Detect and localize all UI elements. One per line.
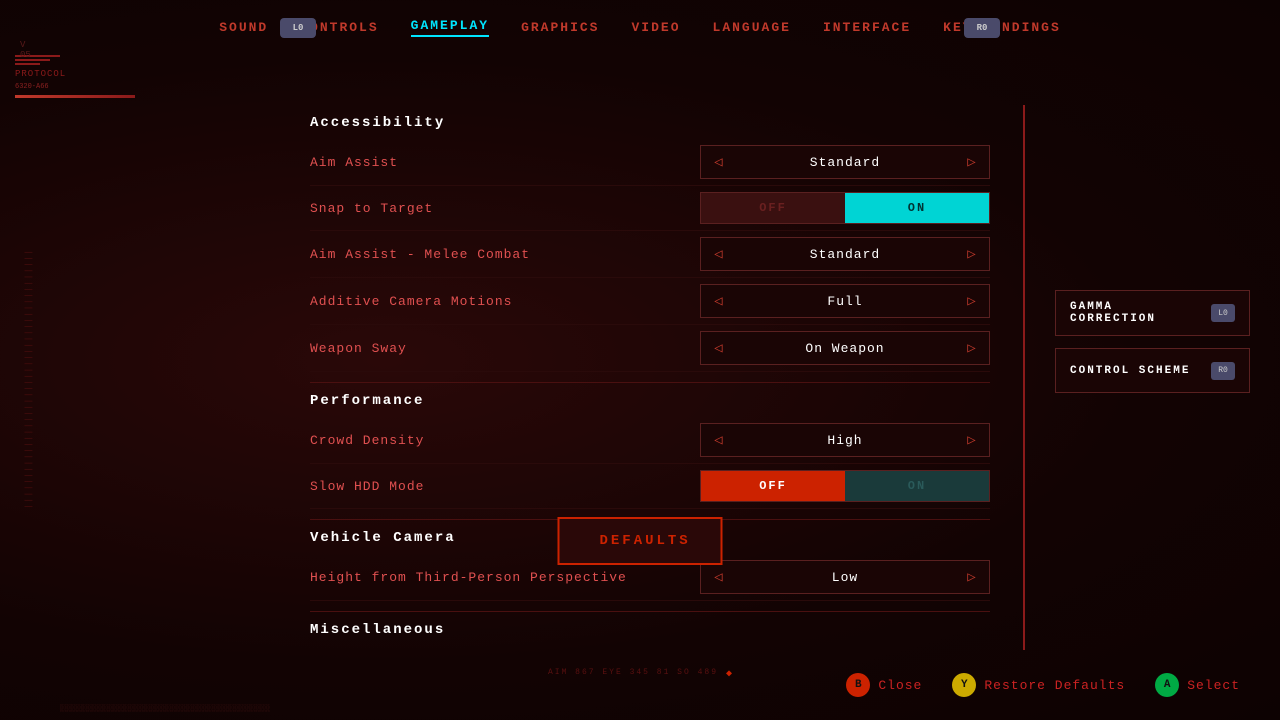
aim-assist-value: Standard bbox=[736, 155, 954, 170]
select-label: Select bbox=[1187, 678, 1240, 693]
additive-camera-value: Full bbox=[736, 294, 954, 309]
slow-hdd-off[interactable]: OFF bbox=[701, 471, 845, 501]
aim-assist-label: Aim Assist bbox=[310, 155, 700, 170]
aim-assist-prev[interactable]: ◁ bbox=[701, 146, 736, 178]
gamma-correction-label: GAMMA CORRECTION bbox=[1070, 301, 1203, 325]
setting-additive-camera: Additive Camera Motions ◁ Full ▷ bbox=[310, 278, 990, 325]
logo-lines bbox=[15, 55, 165, 65]
crowd-density-selector[interactable]: ◁ High ▷ bbox=[700, 423, 990, 457]
control-scheme-badge: R0 bbox=[1211, 362, 1235, 380]
slow-hdd-on[interactable]: ON bbox=[845, 471, 989, 501]
aim-assist-next[interactable]: ▷ bbox=[954, 146, 989, 178]
aim-assist-melee-value: Standard bbox=[736, 247, 954, 262]
snap-to-target-off[interactable]: OFF bbox=[701, 193, 845, 223]
gamma-correction-badge: L0 bbox=[1211, 304, 1235, 322]
snap-to-target-on[interactable]: ON bbox=[845, 193, 989, 223]
aim-assist-melee-label: Aim Assist - Melee Combat bbox=[310, 247, 700, 262]
vehicle-height-prev[interactable]: ◁ bbox=[701, 561, 736, 593]
b-button-icon: B bbox=[846, 673, 870, 697]
nav-interface[interactable]: INTERFACE bbox=[823, 20, 911, 35]
logo-title: PROTOCOL bbox=[15, 68, 165, 81]
right-badge-label: R0 bbox=[977, 23, 988, 33]
setting-crowd-density: Crowd Density ◁ High ▷ bbox=[310, 417, 990, 464]
setting-aim-assist-melee: Aim Assist - Melee Combat ◁ Standard ▷ bbox=[310, 231, 990, 278]
weapon-sway-selector[interactable]: ◁ On Weapon ▷ bbox=[700, 331, 990, 365]
left-sidebar-decoration: ││││││││││││││││││││││││││││││││││││││││… bbox=[20, 250, 35, 620]
control-scheme-button[interactable]: CONTROL SCHEME R0 bbox=[1055, 348, 1250, 393]
nav-language[interactable]: LANGUAGE bbox=[713, 20, 791, 35]
y-button-icon: Y bbox=[952, 673, 976, 697]
additive-camera-prev[interactable]: ◁ bbox=[701, 285, 736, 317]
vehicle-height-label: Height from Third-Person Perspective bbox=[310, 570, 700, 585]
v-version-label: V05 bbox=[20, 40, 31, 60]
nav-sound[interactable]: SOUND bbox=[219, 20, 268, 35]
slow-hdd-toggle[interactable]: OFF ON bbox=[700, 470, 990, 502]
additive-camera-next[interactable]: ▷ bbox=[954, 285, 989, 317]
control-scheme-label: CONTROL SCHEME bbox=[1070, 365, 1190, 377]
top-navigation: L0 SOUND CONTROLS GAMEPLAY GRAPHICS VIDE… bbox=[0, 0, 1280, 55]
aim-assist-selector[interactable]: ◁ Standard ▷ bbox=[700, 145, 990, 179]
weapon-sway-prev[interactable]: ◁ bbox=[701, 332, 736, 364]
snap-to-target-label: Snap to Target bbox=[310, 201, 700, 216]
weapon-sway-value: On Weapon bbox=[736, 341, 954, 356]
logo-code: 6320-A66 bbox=[15, 83, 165, 91]
aim-assist-melee-next[interactable]: ▷ bbox=[954, 238, 989, 270]
weapon-sway-next[interactable]: ▷ bbox=[954, 332, 989, 364]
vehicle-height-next[interactable]: ▷ bbox=[954, 561, 989, 593]
snap-to-target-toggle[interactable]: OFF ON bbox=[700, 192, 990, 224]
action-select[interactable]: A Select bbox=[1155, 673, 1240, 697]
gamma-correction-button[interactable]: GAMMA CORRECTION L0 bbox=[1055, 290, 1250, 336]
vehicle-height-selector[interactable]: ◁ Low ▷ bbox=[700, 560, 990, 594]
sidebar-vertical-text: ││││││││││││││││││││││││││││││││││││││││… bbox=[20, 250, 35, 620]
crowd-density-label: Crowd Density bbox=[310, 433, 700, 448]
controller-right-badge: R0 bbox=[964, 18, 1000, 38]
logo-area: PROTOCOL 6320-A66 bbox=[15, 55, 165, 98]
controller-left-badge: L0 bbox=[280, 18, 316, 38]
aim-assist-melee-selector[interactable]: ◁ Standard ▷ bbox=[700, 237, 990, 271]
right-panel: GAMMA CORRECTION L0 CONTROL SCHEME R0 bbox=[1055, 290, 1250, 393]
setting-snap-to-target: Snap to Target OFF ON bbox=[310, 186, 990, 231]
nav-key-bindings[interactable]: KEY BINDINGS bbox=[943, 20, 1061, 35]
weapon-sway-label: Weapon Sway bbox=[310, 341, 700, 356]
section-performance: Performance bbox=[310, 382, 990, 417]
section-miscellaneous: Miscellaneous bbox=[310, 611, 990, 640]
crowd-density-value: High bbox=[736, 433, 954, 448]
aim-assist-melee-prev[interactable]: ◁ bbox=[701, 238, 736, 270]
setting-slow-hdd: Slow HDD Mode OFF ON bbox=[310, 464, 990, 509]
left-badge-label: L0 bbox=[293, 23, 304, 33]
setting-aim-assist: Aim Assist ◁ Standard ▷ bbox=[310, 139, 990, 186]
close-label: Close bbox=[878, 678, 922, 693]
bottom-actions-bar: B Close Y Restore Defaults A Select bbox=[0, 650, 1280, 720]
nav-gameplay[interactable]: GAMEPLAY bbox=[411, 18, 489, 37]
setting-weapon-sway: Weapon Sway ◁ On Weapon ▷ bbox=[310, 325, 990, 372]
action-restore-defaults[interactable]: Y Restore Defaults bbox=[952, 673, 1125, 697]
additive-camera-label: Additive Camera Motions bbox=[310, 294, 700, 309]
nav-video[interactable]: VIDEO bbox=[632, 20, 681, 35]
vehicle-height-value: Low bbox=[736, 570, 954, 585]
restore-defaults-label: Restore Defaults bbox=[984, 678, 1125, 693]
slow-hdd-label: Slow HDD Mode bbox=[310, 479, 700, 494]
additive-camera-selector[interactable]: ◁ Full ▷ bbox=[700, 284, 990, 318]
defaults-button[interactable]: DEFAULTS bbox=[558, 517, 723, 565]
main-divider bbox=[1023, 105, 1025, 650]
crowd-density-prev[interactable]: ◁ bbox=[701, 424, 736, 456]
section-accessibility: Accessibility bbox=[310, 105, 990, 139]
logo-bar bbox=[15, 95, 135, 98]
nav-graphics[interactable]: GRAPHICS bbox=[521, 20, 599, 35]
a-button-icon: A bbox=[1155, 673, 1179, 697]
crowd-density-next[interactable]: ▷ bbox=[954, 424, 989, 456]
action-close[interactable]: B Close bbox=[846, 673, 922, 697]
